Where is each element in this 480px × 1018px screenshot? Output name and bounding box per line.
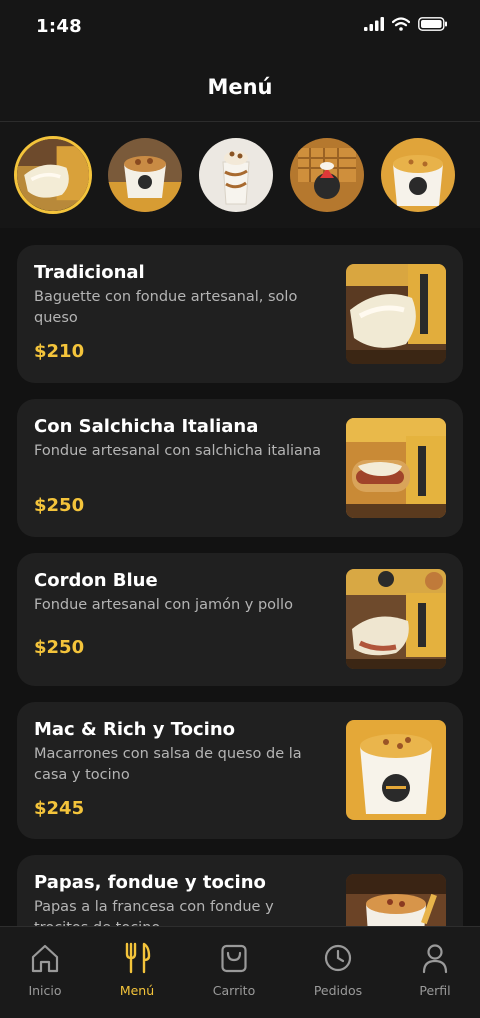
battery-icon: [418, 17, 447, 31]
nav-inicio[interactable]: Inicio: [0, 941, 93, 998]
app-header: Menú: [0, 52, 480, 122]
category-dessert[interactable]: [199, 138, 273, 212]
item-photo: [346, 569, 446, 669]
nav-pedidos[interactable]: Pedidos: [290, 941, 386, 998]
category-waffle[interactable]: [290, 138, 364, 212]
menu-card-tradicional[interactable]: Tradicional Baguette con fondue artesana…: [17, 245, 463, 383]
clock-icon: [324, 944, 352, 972]
item-description: Macarrones con salsa de queso de la casa…: [34, 746, 302, 783]
user-icon: [422, 944, 448, 974]
menu-card-cordon-blue[interactable]: Cordon Blue Fondue artesanal con jamón y…: [17, 553, 463, 686]
item-price: $245: [34, 798, 85, 819]
dessert-shake-photo-icon: [199, 138, 273, 212]
loaded-bowl-photo-icon: [108, 138, 182, 212]
item-description: Fondue artesanal con jamón y pollo: [34, 597, 293, 613]
nav-carrito[interactable]: Carrito: [186, 941, 282, 998]
nav-label: Inicio: [28, 983, 62, 998]
signal-icon: [364, 17, 384, 31]
item-name: Papas, fondue y tocino: [34, 872, 266, 893]
item-price: $250: [34, 637, 85, 658]
waffle-dessert-photo-icon: [290, 138, 364, 212]
menu-card-papas[interactable]: Papas, fondue y tocino Papas a la france…: [17, 855, 463, 926]
item-description: Baguette con fondue artesanal, solo ques…: [34, 289, 298, 326]
category-mac-cheese[interactable]: [381, 138, 455, 212]
item-name: Con Salchicha Italiana: [34, 416, 259, 437]
item-photo: [346, 418, 446, 518]
shopping-bag-icon: [221, 944, 247, 973]
bottom-navigation: Inicio Menú Carrito Pedidos Perfil: [0, 926, 480, 1018]
item-name: Mac & Rich y Tocino: [34, 719, 236, 740]
item-photo: [346, 264, 446, 364]
status-time: 1:48: [36, 16, 82, 37]
nav-label: Menú: [119, 983, 155, 998]
nav-label: Pedidos: [313, 983, 363, 998]
wifi-icon: [392, 17, 410, 31]
page-title: Menú: [207, 74, 273, 99]
category-strip: [0, 122, 480, 228]
item-description: Papas a la francesa con fondue y trocito…: [34, 899, 274, 926]
fork-knife-icon: [125, 942, 151, 974]
fries-fondue-photo-icon: [346, 874, 446, 926]
home-icon: [31, 944, 59, 973]
item-description: Fondue artesanal con salchicha italiana: [34, 443, 321, 459]
item-name: Tradicional: [34, 262, 145, 283]
nav-label: Carrito: [212, 983, 256, 998]
category-bowl[interactable]: [108, 138, 182, 212]
mac-and-cheese-cup-photo-icon: [381, 138, 455, 212]
item-price: $210: [34, 341, 85, 362]
nav-menu[interactable]: Menú: [89, 941, 185, 998]
item-name: Cordon Blue: [34, 570, 158, 591]
nav-perfil[interactable]: Perfil: [387, 941, 480, 998]
status-bar: 1:48: [0, 0, 480, 52]
category-baguette[interactable]: [14, 136, 92, 214]
cheese-baguette-photo-icon: [17, 139, 89, 211]
ham-chicken-baguette-photo-icon: [346, 569, 446, 669]
menu-card-mac-rich[interactable]: Mac & Rich y Tocino Macarrones con salsa…: [17, 702, 463, 839]
menu-card-salchicha[interactable]: Con Salchicha Italiana Fondue artesanal …: [17, 399, 463, 537]
item-photo: [346, 874, 446, 926]
item-price: $250: [34, 495, 85, 516]
nav-label: Perfil: [419, 983, 451, 998]
mac-and-cheese-bowl-photo-icon: [346, 720, 446, 820]
sausage-baguette-photo-icon: [346, 418, 446, 518]
status-icons: [364, 17, 448, 31]
item-photo: [346, 720, 446, 820]
menu-list[interactable]: Tradicional Baguette con fondue artesana…: [0, 228, 480, 926]
cheese-baguette-photo-icon: [346, 264, 446, 364]
